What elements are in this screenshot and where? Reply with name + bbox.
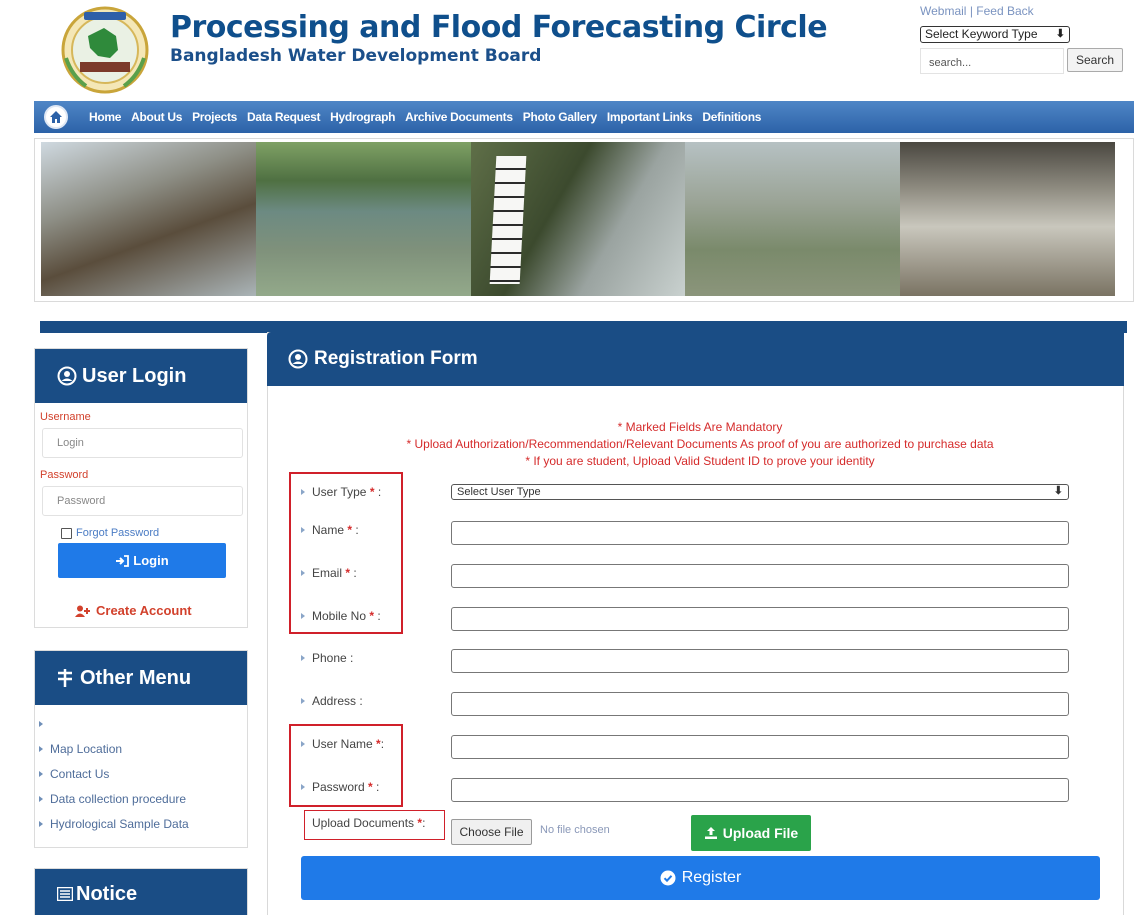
create-account-label: Create Account [96, 603, 192, 618]
registration-form-header: Registration Form [267, 332, 1124, 386]
bullet-arrow-icon [39, 795, 43, 802]
bullet-arrow-icon [39, 720, 43, 727]
bullet-arrow-icon [39, 770, 43, 777]
nav-item-data-request[interactable]: Data Request [247, 110, 320, 124]
email-input[interactable] [451, 564, 1069, 588]
webmail-link[interactable]: Webmail [920, 4, 966, 18]
other-menu-list: Map Location Contact Us Data collection … [39, 711, 245, 836]
name-input[interactable] [451, 521, 1069, 545]
register-button-label: Register [681, 869, 742, 886]
username-input[interactable]: Login [42, 428, 243, 458]
username-field-input[interactable] [451, 735, 1069, 759]
search-button[interactable]: Search [1067, 48, 1123, 72]
login-button[interactable]: Login [58, 543, 226, 578]
bwdb-logo [58, 6, 152, 94]
note-mandatory: * Marked Fields Are Mandatory [617, 420, 783, 434]
nav-item-hydrograph[interactable]: Hydrograph [330, 110, 395, 124]
top-links-separator: | [969, 4, 973, 18]
highlight-box-credentials [289, 724, 403, 807]
phone-label: Phone : [301, 651, 353, 665]
bullet-arrow-icon [301, 698, 305, 704]
bullet-arrow-icon [301, 655, 305, 661]
site-subtitle: Bangladesh Water Development Board [170, 46, 542, 66]
upload-file-label: Upload File [722, 825, 799, 841]
password-label: Password [40, 469, 89, 481]
check-circle-icon [660, 870, 676, 886]
password-input[interactable]: Password [42, 486, 243, 516]
other-menu-item-data-collection[interactable]: Data collection procedure [39, 786, 245, 811]
upload-file-button[interactable]: Upload File [691, 815, 811, 851]
notice-title: Notice [76, 882, 138, 905]
mobile-input[interactable] [451, 607, 1069, 631]
notice-panel: Notice [34, 868, 248, 915]
feedback-link[interactable]: Feed Back [976, 4, 1033, 18]
sign-in-icon [116, 554, 130, 567]
user-circle-icon [288, 349, 308, 369]
keyword-type-value: Select Keyword Type [925, 27, 1038, 41]
nav-item-photo-gallery[interactable]: Photo Gallery [523, 110, 597, 124]
keyword-type-select[interactable]: Select Keyword Type ⬇︎ [920, 26, 1070, 43]
other-menu-item-contact-us[interactable]: Contact Us [39, 761, 245, 786]
banner-photo-3 [470, 142, 686, 296]
address-label: Address : [301, 694, 363, 708]
register-button[interactable]: Register [301, 856, 1100, 900]
note-upload-proof: * Upload Authorization/Recommendation/Re… [406, 437, 994, 451]
phone-input[interactable] [451, 649, 1069, 673]
nav-item-important-links[interactable]: Important Links [607, 110, 693, 124]
username-label: Username [40, 411, 91, 423]
user-circle-icon [57, 366, 77, 386]
banner-photo-4 [685, 142, 901, 296]
note-student-id: * If you are student, Upload Valid Stude… [525, 454, 875, 468]
user-login-panel: User Login Username Login Password Passw… [34, 348, 248, 628]
upload-icon [704, 827, 717, 839]
forgot-password-label: Forgot Password [76, 527, 160, 539]
forgot-password-checkbox[interactable] [61, 527, 72, 539]
other-menu-item-map-location[interactable]: Map Location [39, 736, 245, 761]
user-login-header: User Login [35, 349, 247, 403]
nav-item-archive-documents[interactable]: Archive Documents [405, 110, 513, 124]
site-title: Processing and Flood Forecasting Circle [170, 10, 828, 45]
chevron-down-icon: ⬇︎ [1053, 485, 1063, 497]
banner-photo-2 [255, 142, 471, 296]
banner-photo-5 [900, 142, 1115, 296]
nav-item-projects[interactable]: Projects [192, 110, 237, 124]
form-notes: * Marked Fields Are Mandatory * Upload A… [300, 419, 1100, 470]
other-menu-panel: Other Menu Map Location Contact Us Data … [34, 650, 248, 848]
nav-items: Home About Us Projects Data Request Hydr… [89, 110, 771, 124]
registration-form-title: Registration Form [314, 348, 478, 369]
gauge-staff-graphic [489, 156, 526, 284]
notice-header: Notice [35, 869, 247, 915]
address-input[interactable] [451, 692, 1069, 716]
file-status: No file chosen [540, 824, 610, 836]
banner-image [41, 142, 1115, 296]
password-field-input[interactable] [451, 778, 1069, 802]
other-menu-item-blank[interactable] [39, 711, 245, 736]
list-icon [57, 887, 73, 901]
chevron-down-icon: ⬇︎ [1055, 28, 1065, 40]
bullet-arrow-icon [39, 745, 43, 752]
upload-documents-label: Upload Documents *: [312, 816, 426, 830]
nav-item-definitions[interactable]: Definitions [702, 110, 761, 124]
top-links: Webmail | Feed Back [920, 4, 1034, 18]
login-button-label: Login [133, 553, 169, 568]
other-menu-item-hydrological-sample[interactable]: Hydrological Sample Data [39, 811, 245, 836]
user-type-select[interactable]: Select User Type ⬇︎ [451, 484, 1069, 500]
bullet-arrow-icon [39, 820, 43, 827]
search-input[interactable]: search... [920, 48, 1064, 74]
banner-photo-1 [41, 142, 256, 296]
user-login-title: User Login [82, 364, 187, 387]
forgot-password[interactable]: Forgot Password [61, 527, 159, 539]
choose-file-button[interactable]: Choose File [451, 819, 532, 845]
user-type-value: Select User Type [457, 486, 541, 498]
create-account-link[interactable]: Create Account [75, 603, 192, 618]
home-icon[interactable] [44, 105, 68, 129]
user-plus-icon [75, 605, 90, 617]
nav-item-about-us[interactable]: About Us [131, 110, 182, 124]
nav-item-home[interactable]: Home [89, 110, 121, 124]
other-menu-header: Other Menu [35, 651, 247, 705]
signpost-icon [58, 669, 72, 687]
highlight-box-required-fields [289, 472, 403, 634]
other-menu-title: Other Menu [80, 666, 192, 689]
